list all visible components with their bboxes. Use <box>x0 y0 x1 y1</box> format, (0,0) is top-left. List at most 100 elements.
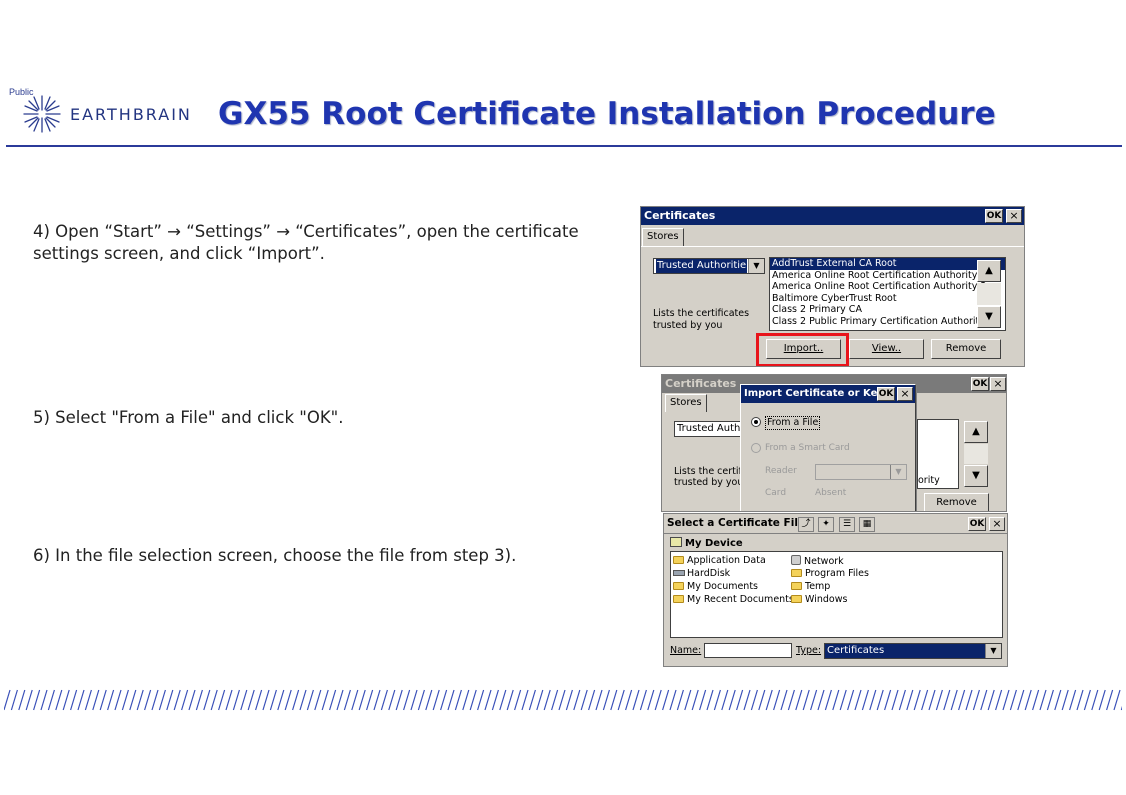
details-view-icon[interactable]: ▦ <box>859 517 875 532</box>
page-title: GX55 Root Certificate Installation Proce… <box>218 96 996 132</box>
certificates-ok-button[interactable]: OK <box>985 209 1003 223</box>
up-folder-icon[interactable]: ⤴ <box>798 517 814 532</box>
slash-mark <box>210 689 218 711</box>
slash-mark <box>188 689 196 711</box>
slash-mark <box>144 689 152 711</box>
new-folder-icon[interactable]: ✦ <box>818 517 834 532</box>
slash-mark <box>958 689 966 711</box>
file-item[interactable]: Network <box>791 555 844 568</box>
remove-button[interactable]: Remove <box>931 339 1001 359</box>
stores-tab[interactable]: Stores <box>642 228 684 246</box>
slash-mark <box>129 689 137 711</box>
file-ok-button[interactable]: OK <box>968 517 986 531</box>
view-button-label: View.. <box>871 343 902 354</box>
certificate-item[interactable]: AddTrust External CA Root <box>770 258 1005 270</box>
name-label: Name: <box>670 645 701 657</box>
slash-mark <box>343 689 351 711</box>
slash-mark <box>802 689 810 711</box>
slash-mark <box>1046 689 1054 711</box>
background-ok-button[interactable]: OK <box>971 377 989 391</box>
type-label-text: Type: <box>796 645 822 656</box>
file-item-label: Temp <box>805 581 831 592</box>
import-close-button[interactable]: × <box>897 387 913 401</box>
reader-combo[interactable]: ▼ <box>815 464 907 480</box>
file-item[interactable]: My Documents <box>673 581 758 593</box>
from-smart-card-radio[interactable] <box>751 443 761 453</box>
import-ok-button[interactable]: OK <box>877 387 895 401</box>
slash-mark <box>1091 689 1099 711</box>
scroll-up-button[interactable]: ▲ <box>977 260 1001 282</box>
slash-mark <box>913 689 921 711</box>
slash-mark <box>92 689 100 711</box>
certificate-item[interactable]: America Online Root Certification Author… <box>770 281 1005 293</box>
file-item-label: Windows <box>805 594 848 605</box>
slash-mark <box>1039 689 1047 711</box>
slash-mark <box>18 689 26 711</box>
type-combo-value: Certificates <box>827 645 885 656</box>
file-item[interactable]: Program Files <box>791 568 869 580</box>
slash-mark <box>684 689 692 711</box>
slash-mark <box>491 689 499 711</box>
slash-mark <box>595 689 603 711</box>
folder-icon <box>673 595 684 603</box>
slash-mark <box>1009 689 1017 711</box>
reader-label: Reader <box>765 466 797 476</box>
list-view-icon[interactable]: ☰ <box>839 517 855 532</box>
certificate-item[interactable]: Class 2 Primary CA <box>770 304 1005 316</box>
slash-mark <box>166 689 174 711</box>
certificates-window-screenshot: Certificates OK × Stores Trusted Authori… <box>640 206 1025 367</box>
slash-mark <box>1113 689 1121 711</box>
from-file-radio[interactable] <box>751 417 761 427</box>
file-item-label: Application Data <box>687 555 766 566</box>
file-item[interactable]: Temp <box>791 581 830 593</box>
certificate-item[interactable]: Class 2 Public Primary Certification Aut… <box>770 316 1005 328</box>
slash-mark <box>469 689 477 711</box>
slash-mark <box>484 689 492 711</box>
file-dialog-screenshot: Select a Certificate File ⤴ ✦ ☰ ▦ OK × M… <box>663 513 1008 667</box>
background-store-combo: Trusted Authori <box>674 421 744 437</box>
scroll-down-button[interactable]: ▼ <box>977 306 1001 328</box>
remove-button-label: Remove <box>945 343 987 354</box>
background-description-line2: trusted by you <box>674 477 744 488</box>
slash-mark <box>1083 689 1091 711</box>
slash-mark <box>107 689 115 711</box>
file-item[interactable]: Application Data <box>673 555 766 567</box>
file-item[interactable]: HardDisk <box>673 568 730 580</box>
from-file-label[interactable]: From a File <box>765 416 821 430</box>
slash-mark <box>47 689 55 711</box>
type-combo[interactable]: Certificates ▼ <box>824 643 1002 659</box>
slash-mark <box>787 689 795 711</box>
certificate-item[interactable]: Baltimore CyberTrust Root <box>770 293 1005 305</box>
slash-mark <box>425 689 433 711</box>
slash-mark <box>972 689 980 711</box>
background-close-button[interactable]: × <box>990 377 1006 391</box>
slash-mark <box>1002 689 1010 711</box>
chevron-down-icon: ▼ <box>748 259 764 273</box>
file-item[interactable]: Windows <box>791 594 847 606</box>
certificates-close-button[interactable]: × <box>1006 209 1022 223</box>
slash-mark <box>1120 705 1122 711</box>
slash-mark <box>1024 689 1032 711</box>
folder-icon <box>673 556 684 564</box>
certificate-item[interactable]: America Online Root Certification Author… <box>770 270 1005 282</box>
file-list[interactable]: Application Data HardDisk My Documents M… <box>670 551 1003 638</box>
scrollbar-track[interactable] <box>977 283 1001 305</box>
file-close-button[interactable]: × <box>989 517 1005 531</box>
type-label: Type: <box>796 645 821 657</box>
slash-mark <box>269 689 277 711</box>
slash-mark <box>758 689 766 711</box>
slash-mark <box>610 689 618 711</box>
background-scroll-up-button: ▲ <box>964 421 988 443</box>
folder-icon <box>791 582 802 590</box>
certificate-list[interactable]: AddTrust External CA Root America Online… <box>769 257 1006 331</box>
slash-mark <box>225 689 233 711</box>
slash-mark <box>380 689 388 711</box>
view-button[interactable]: View.. <box>849 339 924 359</box>
name-input[interactable] <box>704 643 792 658</box>
file-item[interactable]: My Recent Documents <box>673 594 794 606</box>
slash-mark <box>1032 689 1040 711</box>
slash-mark <box>795 689 803 711</box>
store-combo[interactable]: Trusted Authoritie ▼ <box>653 258 765 274</box>
background-stores-tab: Stores <box>665 394 707 412</box>
slash-mark <box>921 689 929 711</box>
